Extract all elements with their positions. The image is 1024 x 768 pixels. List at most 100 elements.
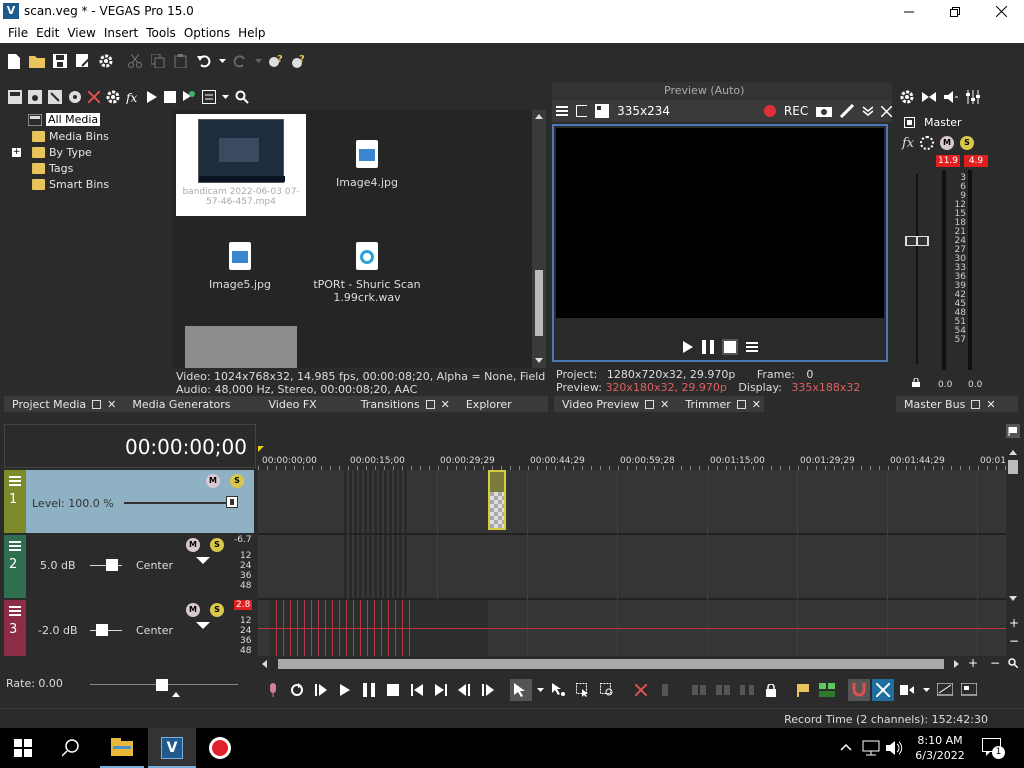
- properties-button[interactable]: [96, 51, 116, 71]
- chevron-up-icon[interactable]: [840, 743, 852, 751]
- redo-dropdown[interactable]: [253, 51, 263, 71]
- tree-by-type[interactable]: By Type: [32, 146, 92, 159]
- loop-playback-button[interactable]: [286, 679, 308, 701]
- capture-icon[interactable]: [28, 90, 42, 104]
- zoom-out-vertical-icon[interactable]: −: [1009, 634, 1019, 648]
- pan-indicator-icon[interactable]: [196, 557, 210, 564]
- selection-tool-button[interactable]: [572, 679, 594, 701]
- timeline-vertical-scrollbar[interactable]: + −: [1006, 446, 1020, 656]
- menu-icon[interactable]: [556, 106, 568, 116]
- system-clock[interactable]: 8:10 AM 6/3/2022: [912, 733, 968, 763]
- restore-button[interactable]: [932, 0, 978, 23]
- import-media-icon[interactable]: [8, 90, 22, 104]
- help-button[interactable]: ?: [289, 51, 309, 71]
- auto-preview-icon[interactable]: [182, 90, 196, 104]
- paste-button[interactable]: [171, 51, 191, 71]
- split-button[interactable]: [736, 679, 758, 701]
- timeline-hscroll-thumb[interactable]: [278, 659, 944, 669]
- master-solo-icon[interactable]: S: [960, 136, 974, 150]
- rate-slider-handle[interactable]: [156, 679, 168, 691]
- tree-smart-bins[interactable]: Smart Bins: [32, 178, 109, 191]
- remove-icon[interactable]: [88, 91, 100, 103]
- master-fader-handle[interactable]: [905, 236, 929, 246]
- track-mute-icon[interactable]: M: [186, 603, 200, 617]
- video-event-selected[interactable]: [488, 470, 506, 530]
- chevron-down-double-icon[interactable]: [862, 106, 874, 116]
- close-icon[interactable]: [881, 105, 892, 117]
- menu-icon[interactable]: [746, 342, 758, 352]
- track-solo-icon[interactable]: S: [230, 474, 244, 488]
- envelope-tool-button[interactable]: [548, 679, 570, 701]
- timeline-vscroll-thumb[interactable]: [1008, 460, 1018, 474]
- search-icon[interactable]: [235, 90, 249, 104]
- start-button[interactable]: [14, 739, 32, 757]
- record-button[interactable]: [262, 679, 284, 701]
- go-to-end-button[interactable]: [430, 679, 452, 701]
- next-frame-button[interactable]: [478, 679, 500, 701]
- record-icon[interactable]: [764, 105, 776, 117]
- master-checkbox-icon[interactable]: [904, 117, 915, 128]
- track-solo-icon[interactable]: S: [210, 603, 224, 617]
- search-button[interactable]: [62, 739, 80, 757]
- mixer-icon[interactable]: [966, 90, 980, 104]
- expand-by-type-toggle[interactable]: +: [12, 148, 21, 157]
- pencil-icon[interactable]: [839, 104, 854, 118]
- audio-event-track-2[interactable]: [344, 535, 408, 598]
- trim-start-button[interactable]: [688, 679, 710, 701]
- normal-edit-tool-button[interactable]: [510, 679, 532, 701]
- taskbar-vegas[interactable]: V: [148, 728, 196, 768]
- stop-icon[interactable]: [164, 91, 176, 103]
- volume-slider-handle[interactable]: [106, 559, 118, 571]
- pause-button[interactable]: [358, 679, 380, 701]
- volume-envelope-line[interactable]: [258, 628, 1006, 629]
- delete-button[interactable]: [630, 679, 652, 701]
- save-as-button[interactable]: [73, 51, 93, 71]
- menu-options[interactable]: Options: [184, 26, 230, 40]
- ignore-grouping-button[interactable]: [958, 679, 980, 701]
- media-item-video[interactable]: bandicam 2022-06-03 07-57-46-457.mp4: [176, 114, 306, 216]
- auto-crossfade-button[interactable]: [872, 679, 894, 701]
- track-mute-icon[interactable]: M: [186, 538, 200, 552]
- views-icon[interactable]: [202, 90, 216, 104]
- redo-button[interactable]: [230, 51, 250, 71]
- play-icon[interactable]: [682, 340, 694, 354]
- whats-this-button[interactable]: ?: [266, 51, 286, 71]
- pan-indicator-icon[interactable]: [196, 622, 210, 629]
- speaker-icon[interactable]: [944, 90, 958, 104]
- volume-slider-handle[interactable]: [96, 624, 108, 636]
- tab-video-preview[interactable]: Video Preview ✕: [554, 398, 677, 411]
- volume-icon[interactable]: [886, 740, 904, 756]
- tab-video-fx[interactable]: Video FX: [261, 398, 325, 411]
- copy-button[interactable]: [148, 51, 168, 71]
- gear-icon[interactable]: [900, 90, 914, 104]
- media-list-scroll-thumb[interactable]: [535, 270, 543, 336]
- chevron-down-icon[interactable]: [222, 95, 229, 99]
- tab-project-media[interactable]: Project Media ✕: [4, 398, 124, 411]
- media-item-wav[interactable]: tPORt - Shuric Scan 1.99crk.wav: [312, 242, 422, 304]
- menu-help[interactable]: Help: [238, 26, 265, 40]
- tab-explorer[interactable]: Explorer: [458, 398, 520, 411]
- taskbar-recorder[interactable]: [198, 728, 242, 768]
- timeline-horizontal-scrollbar[interactable]: + −: [258, 656, 1020, 672]
- minimize-button[interactable]: [886, 0, 932, 23]
- tab-transitions[interactable]: Transitions ✕: [353, 398, 458, 411]
- new-project-button[interactable]: [4, 51, 24, 71]
- automation-icon[interactable]: [920, 136, 934, 150]
- close-button[interactable]: [978, 0, 1024, 23]
- media-item-image4[interactable]: Image4.jpg: [312, 140, 422, 189]
- insert-marker-button[interactable]: [792, 679, 814, 701]
- level-slider-handle[interactable]: [226, 496, 238, 508]
- master-fx-icon[interactable]: fx: [902, 136, 914, 151]
- timeline-ruler[interactable]: 00:00:00;00 00:00:15;00 00:00:29;29 00:0…: [258, 446, 1008, 470]
- menu-tools[interactable]: Tools: [146, 26, 176, 40]
- lock-envelopes-button[interactable]: [934, 679, 956, 701]
- lock-button[interactable]: [760, 679, 782, 701]
- undo-dropdown[interactable]: [217, 51, 227, 71]
- zoom-tool-button[interactable]: [596, 679, 618, 701]
- track-solo-icon[interactable]: S: [210, 538, 224, 552]
- ripple-dropdown[interactable]: [920, 679, 932, 701]
- zoom-in-horizontal-icon[interactable]: +: [968, 656, 978, 670]
- media-item-partial[interactable]: [185, 326, 297, 368]
- play-button[interactable]: [334, 679, 356, 701]
- stop-button[interactable]: [382, 679, 404, 701]
